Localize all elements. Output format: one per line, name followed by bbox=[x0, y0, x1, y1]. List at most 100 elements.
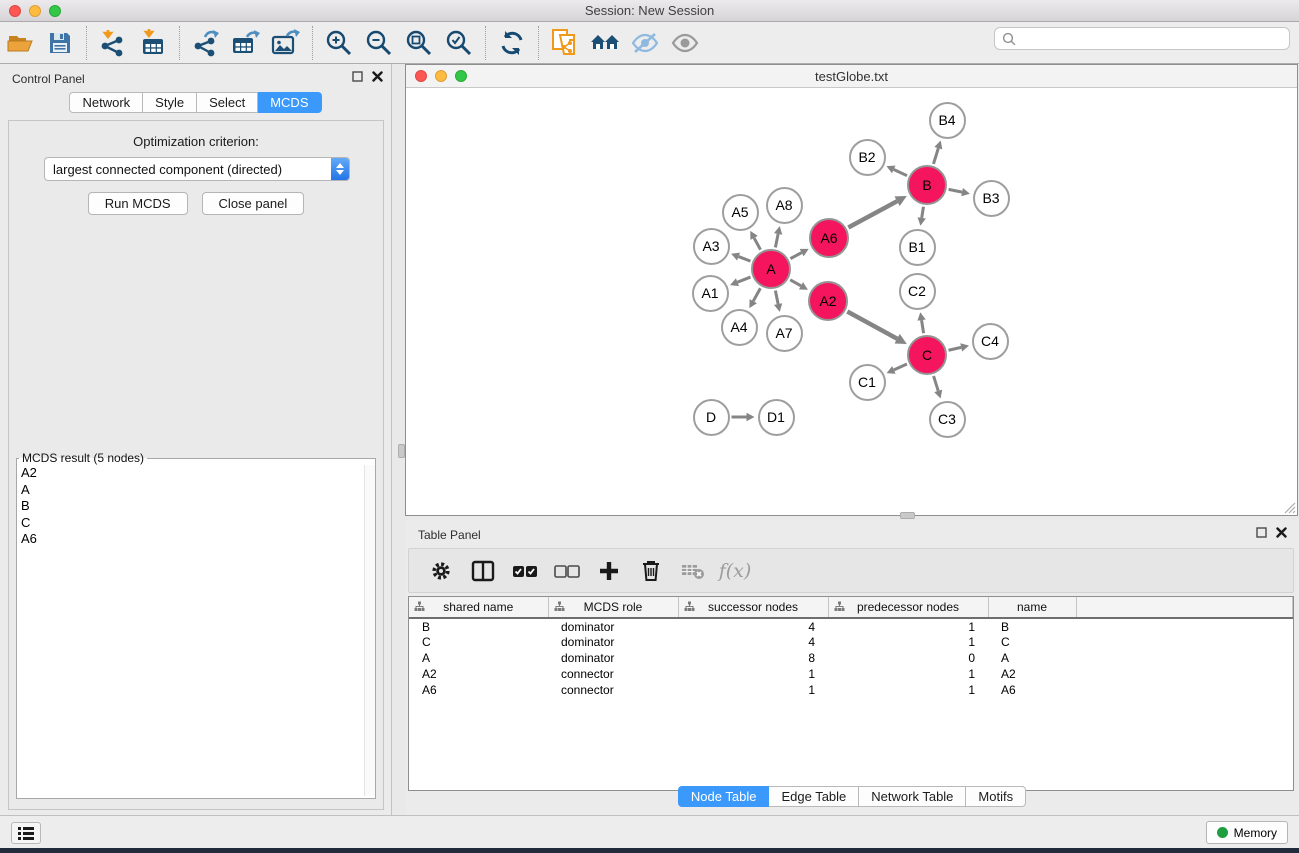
search-field[interactable] bbox=[994, 27, 1290, 50]
export-table-icon[interactable] bbox=[226, 25, 266, 61]
graph-node-C1[interactable]: C1 bbox=[849, 364, 886, 401]
show-all-icon[interactable] bbox=[665, 25, 705, 61]
graph-edge-A6-B[interactable] bbox=[848, 196, 906, 228]
graph-edge-D-D1[interactable] bbox=[732, 413, 755, 421]
result-scrollbar[interactable] bbox=[364, 465, 375, 796]
network-canvas[interactable]: AA1A3A4A5A7A8A6A2BB1B2B3B4CC1C2C3C4DD1 bbox=[406, 88, 1297, 515]
import-network-icon[interactable] bbox=[93, 25, 133, 61]
search-input[interactable] bbox=[1021, 31, 1289, 46]
memory-button[interactable]: Memory bbox=[1206, 821, 1288, 844]
tab-select[interactable]: Select bbox=[197, 92, 258, 113]
table-row[interactable]: A2connector11A2 bbox=[409, 666, 1293, 682]
zoom-fit-icon[interactable] bbox=[399, 25, 439, 61]
graph-node-C[interactable]: C bbox=[907, 335, 947, 375]
graph-node-C2[interactable]: C2 bbox=[899, 273, 936, 310]
float-panel-icon[interactable] bbox=[1256, 527, 1267, 538]
add-icon[interactable] bbox=[595, 556, 623, 586]
save-session-icon[interactable] bbox=[40, 25, 80, 61]
column-header-name[interactable]: name bbox=[988, 597, 1076, 618]
close-panel-button[interactable]: Close panel bbox=[202, 192, 305, 215]
tab-mcds[interactable]: MCDS bbox=[258, 92, 321, 113]
function-builder-icon[interactable]: f(x) bbox=[721, 556, 749, 586]
tab-network-table[interactable]: Network Table bbox=[859, 786, 966, 807]
graph-node-A8[interactable]: A8 bbox=[766, 187, 803, 224]
graph-edge-A-A6[interactable] bbox=[790, 249, 808, 259]
result-item[interactable]: A bbox=[21, 482, 375, 499]
delete-icon[interactable] bbox=[637, 556, 665, 586]
graph-node-A6[interactable]: A6 bbox=[809, 218, 849, 258]
result-item[interactable]: A6 bbox=[21, 531, 375, 548]
graph-edge-C-C4[interactable] bbox=[948, 343, 969, 351]
graph-edge-B-B2[interactable] bbox=[886, 166, 907, 176]
graph-edge-B-B1[interactable] bbox=[918, 207, 926, 226]
first-neighbors-icon[interactable] bbox=[585, 25, 625, 61]
graph-edge-A-A5[interactable] bbox=[750, 231, 760, 250]
criterion-dropdown[interactable]: largest connected component (directed) bbox=[44, 157, 350, 181]
graph-node-B1[interactable]: B1 bbox=[899, 229, 936, 266]
new-network-from-selection-icon[interactable] bbox=[545, 25, 585, 61]
graph-edge-A-A4[interactable] bbox=[749, 288, 760, 308]
graph-node-A5[interactable]: A5 bbox=[722, 194, 759, 231]
column-header-MCDS-role[interactable]: MCDS role bbox=[548, 597, 678, 618]
graph-edge-B-B3[interactable] bbox=[949, 188, 970, 196]
result-item[interactable]: B bbox=[21, 498, 375, 515]
export-network-icon[interactable] bbox=[186, 25, 226, 61]
zoom-in-icon[interactable] bbox=[319, 25, 359, 61]
close-panel-icon[interactable] bbox=[1276, 527, 1287, 538]
tab-node-table[interactable]: Node Table bbox=[678, 786, 770, 807]
column-header-successor-nodes[interactable]: successor nodes bbox=[678, 597, 828, 618]
deselect-all-icon[interactable] bbox=[553, 556, 581, 586]
select-all-icon[interactable] bbox=[511, 556, 539, 586]
h-scrollbar-thumb[interactable] bbox=[900, 512, 915, 519]
result-item[interactable]: C bbox=[21, 515, 375, 532]
graph-edge-A-A3[interactable] bbox=[731, 253, 750, 261]
tab-style[interactable]: Style bbox=[143, 92, 197, 113]
table-row[interactable]: A6connector11A6 bbox=[409, 682, 1293, 698]
graph-node-A4[interactable]: A4 bbox=[721, 309, 758, 346]
tab-motifs[interactable]: Motifs bbox=[966, 786, 1026, 807]
graph-node-A3[interactable]: A3 bbox=[693, 228, 730, 265]
graph-edge-A-A7[interactable] bbox=[774, 291, 782, 312]
graph-node-B3[interactable]: B3 bbox=[973, 180, 1010, 217]
tab-edge-table[interactable]: Edge Table bbox=[769, 786, 859, 807]
graph-node-D1[interactable]: D1 bbox=[758, 399, 795, 436]
graph-edge-C-C3[interactable] bbox=[934, 376, 943, 398]
graph-edge-B-B4[interactable] bbox=[933, 141, 942, 164]
v-scrollbar-thumb[interactable] bbox=[398, 444, 405, 458]
hide-selected-icon[interactable] bbox=[625, 25, 665, 61]
resize-grip[interactable] bbox=[1283, 501, 1296, 514]
graph-node-D[interactable]: D bbox=[693, 399, 730, 436]
run-mcds-button[interactable]: Run MCDS bbox=[88, 192, 188, 215]
table-row[interactable]: Bdominator41B bbox=[409, 618, 1293, 634]
task-history-button[interactable] bbox=[11, 822, 41, 844]
graph-edge-A-A2[interactable] bbox=[790, 280, 808, 290]
graph-edge-C-C1[interactable] bbox=[887, 364, 907, 374]
table-header-row[interactable]: shared nameMCDS rolesuccessor nodesprede… bbox=[409, 597, 1293, 618]
delete-table-icon[interactable] bbox=[679, 556, 707, 586]
export-image-icon[interactable] bbox=[266, 25, 306, 61]
table-row[interactable]: Cdominator41C bbox=[409, 634, 1293, 650]
graph-node-A2[interactable]: A2 bbox=[808, 281, 848, 321]
graph-edge-A-A1[interactable] bbox=[730, 277, 751, 286]
zoom-selected-icon[interactable] bbox=[439, 25, 479, 61]
close-panel-icon[interactable] bbox=[372, 71, 383, 82]
open-file-icon[interactable] bbox=[0, 25, 40, 61]
graph-node-B4[interactable]: B4 bbox=[929, 102, 966, 139]
column-header-predecessor-nodes[interactable]: predecessor nodes bbox=[828, 597, 988, 618]
graph-edge-A2-C[interactable] bbox=[847, 312, 906, 344]
tab-network[interactable]: Network bbox=[69, 92, 143, 113]
columns-icon[interactable] bbox=[469, 556, 497, 586]
table-row[interactable]: Adominator80A bbox=[409, 650, 1293, 666]
float-panel-icon[interactable] bbox=[352, 71, 363, 82]
gear-icon[interactable] bbox=[427, 556, 455, 586]
column-header-shared-name[interactable]: shared name bbox=[409, 597, 548, 618]
graph-edge-A-A8[interactable] bbox=[774, 226, 782, 247]
graph-node-A[interactable]: A bbox=[751, 249, 791, 289]
graph-edge-C-C2[interactable] bbox=[917, 312, 925, 333]
zoom-out-icon[interactable] bbox=[359, 25, 399, 61]
graph-node-B[interactable]: B bbox=[907, 165, 947, 205]
graph-node-A7[interactable]: A7 bbox=[766, 315, 803, 352]
graph-node-C4[interactable]: C4 bbox=[972, 323, 1009, 360]
result-item[interactable]: A2 bbox=[21, 465, 375, 482]
graph-node-A1[interactable]: A1 bbox=[692, 275, 729, 312]
